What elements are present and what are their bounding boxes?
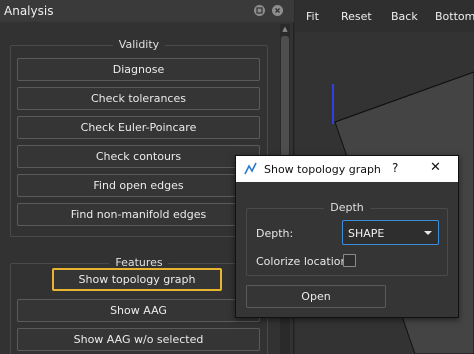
- colorize-label: Colorize locations:: [256, 255, 357, 268]
- depth-label: Depth:: [256, 227, 294, 240]
- check-euler-poincare-button[interactable]: Check Euler-Poincare: [17, 116, 260, 139]
- diagnose-button[interactable]: Diagnose: [17, 58, 260, 81]
- float-icon[interactable]: [254, 5, 265, 16]
- chevron-down-icon: [424, 231, 432, 235]
- close-icon[interactable]: [272, 5, 283, 16]
- dialog-close-button[interactable]: ✕: [430, 160, 441, 175]
- find-non-manifold-edges-button[interactable]: Find non-manifold edges: [17, 203, 260, 226]
- back-button[interactable]: Back: [391, 10, 418, 23]
- panel-title-bar: Analysis: [0, 0, 294, 22]
- find-open-edges-button[interactable]: Find open edges: [17, 174, 260, 197]
- app-icon: [244, 162, 257, 178]
- open-button[interactable]: Open: [246, 285, 386, 308]
- dialog-title: Show topology graph: [264, 163, 381, 176]
- bottom-button[interactable]: Bottom: [435, 10, 474, 23]
- colorize-checkbox[interactable]: [343, 254, 356, 267]
- show-topology-graph-button[interactable]: Show topology graph: [52, 268, 222, 291]
- viewer-toolbar: Fit Reset Back Bottom: [295, 0, 474, 32]
- topology-graph-dialog: Show topology graph ? ✕ Depth Depth: SHA…: [235, 155, 459, 318]
- depth-select[interactable]: SHAPE: [342, 220, 439, 245]
- check-tolerances-button[interactable]: Check tolerances: [17, 87, 260, 110]
- fit-button[interactable]: Fit: [306, 10, 319, 23]
- scroll-up-icon[interactable]: ▲: [280, 24, 290, 34]
- depth-select-value: SHAPE: [348, 227, 385, 240]
- check-contours-button[interactable]: Check contours: [17, 145, 260, 168]
- help-button[interactable]: ?: [392, 161, 398, 175]
- panel-title: Analysis: [4, 4, 54, 18]
- depth-group-title: Depth: [324, 201, 370, 214]
- dialog-title-bar: Show topology graph ? ✕: [236, 156, 458, 182]
- reset-button[interactable]: Reset: [341, 10, 372, 23]
- validity-group-title: Validity: [112, 38, 166, 51]
- show-aag-button[interactable]: Show AAG: [17, 299, 260, 322]
- show-aag-without-selected-button[interactable]: Show AAG w/o selected: [17, 328, 260, 351]
